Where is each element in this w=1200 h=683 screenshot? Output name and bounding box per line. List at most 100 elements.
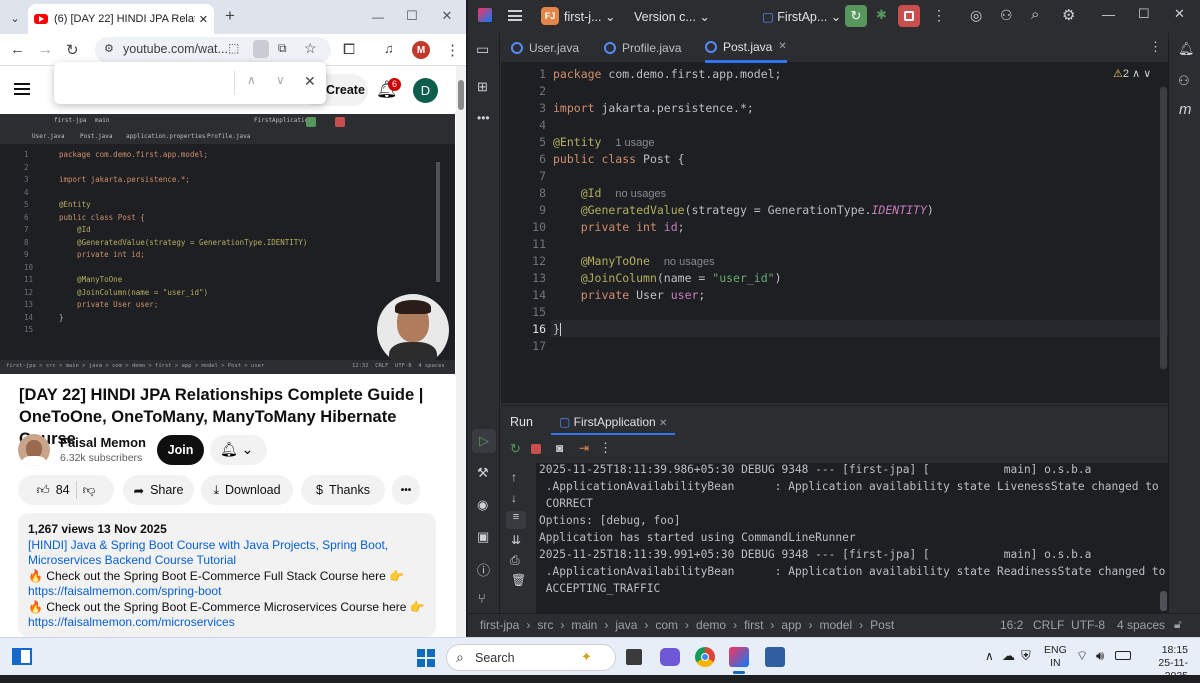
project-selector[interactable]: first-j... ⌄ [564, 9, 615, 24]
main-menu-icon[interactable] [508, 10, 522, 21]
tray-overflow-icon[interactable]: ∧ [985, 649, 994, 663]
minimize-button[interactable]: — [368, 8, 388, 26]
page-scrollbar[interactable] [456, 66, 466, 637]
more-actions-button[interactable]: ••• [392, 475, 420, 505]
download-button[interactable]: ⤓ Download [201, 475, 293, 505]
find-input[interactable] [62, 70, 232, 96]
readonly-lock-icon[interactable]: 🔓︎ [1174, 617, 1182, 632]
extensions-icon[interactable]: ⧠ [343, 41, 355, 58]
breadcrumb-item[interactable]: Post [870, 618, 894, 632]
search-everywhere-icon[interactable]: ⌕ [1031, 6, 1039, 23]
volume-icon[interactable]: 🔊︎ [1096, 648, 1104, 664]
widgets-icon[interactable] [12, 648, 32, 665]
site-settings-icon[interactable]: ⚙ [104, 42, 114, 55]
thanks-button[interactable]: $ Thanks [301, 475, 385, 505]
tab-close-icon[interactable]: ✕ [778, 41, 786, 52]
windows-start-icon[interactable] [417, 649, 435, 667]
line-separator[interactable]: CRLF [1033, 618, 1064, 632]
usage-hint[interactable]: no usages [664, 256, 715, 268]
stop-button[interactable] [898, 5, 920, 27]
more-tools-icon[interactable]: ••• [477, 111, 490, 125]
ide-maximize-button[interactable]: ☐ [1138, 6, 1150, 22]
browser-menu-icon[interactable]: ⋮ [445, 41, 460, 59]
screenshot-icon[interactable]: ◙ [556, 441, 563, 455]
breadcrumb-item[interactable]: main [571, 618, 597, 632]
scrollbar-thumb[interactable] [458, 80, 464, 110]
chevron-up-icon[interactable]: ∧ [1132, 68, 1140, 80]
video-player[interactable]: first-jpa main FirstApplication User.jav… [0, 114, 455, 374]
console-scrollbar[interactable] [1160, 591, 1167, 611]
problems-icon[interactable]: ⓘ [477, 560, 490, 579]
run-tab-first-application[interactable]: ▢ FirstApplication ✕ [551, 406, 676, 436]
dislike-button[interactable]: 👎︎ [83, 483, 96, 498]
rerun-icon[interactable]: ↻ [510, 441, 521, 457]
vcs-selector[interactable]: Version c... ⌄ [634, 9, 710, 24]
code-with-me-icon[interactable]: ⚇ [1000, 7, 1013, 24]
git-icon[interactable]: ⑂ [478, 591, 486, 606]
share-page-icon[interactable]: ⧉ [278, 41, 287, 56]
clock[interactable]: 18:15 25-11-2025 [1138, 644, 1188, 683]
ide-minimize-button[interactable]: — [1102, 7, 1115, 22]
language-indicator[interactable]: ENG IN [1044, 644, 1067, 670]
chevron-down-icon[interactable]: ∨ [1143, 68, 1151, 80]
reload-icon[interactable]: ↻ [66, 41, 79, 59]
breadcrumb-item[interactable]: com [655, 618, 678, 632]
settings-gear-icon[interactable]: ⚙ [1062, 6, 1075, 24]
playlist-link[interactable]: [HINDI] Java & Spring Boot Course with J… [28, 538, 388, 568]
taskbar-search[interactable]: ⌕ Search ✦ [446, 644, 616, 671]
security-icon[interactable]: ⛨ [1021, 648, 1031, 664]
structure-icon[interactable]: ⊞ [477, 79, 488, 95]
terminal-icon[interactable]: ▣ [477, 529, 489, 545]
print-icon[interactable]: ⎙ [510, 553, 520, 568]
browser-tab-youtube[interactable]: (6) [DAY 22] HINDI JPA Relation ✕ [28, 4, 214, 34]
channel-name[interactable]: Faisal Memon [60, 435, 146, 450]
channel-avatar[interactable] [18, 434, 50, 466]
tab-options-icon[interactable]: ⋮ [1149, 39, 1162, 55]
soft-wrap-icon[interactable]: ≡ [506, 511, 526, 529]
file-encoding[interactable]: UTF-8 [1071, 618, 1105, 632]
debug-bug-icon[interactable]: ✱ [876, 7, 887, 23]
ai-chat-icon[interactable]: ⚇ [1178, 73, 1190, 89]
hamburger-menu-icon[interactable] [14, 83, 30, 95]
like-button[interactable]: 👍︎ 84 [37, 483, 70, 498]
scroll-up-icon[interactable]: ↑ [511, 470, 517, 484]
exit-icon[interactable]: ⇥ [579, 441, 589, 455]
install-icon[interactable]: ⬚ [228, 41, 239, 55]
breadcrumb-item[interactable]: src [537, 618, 553, 632]
ide-close-button[interactable]: ✕ [1174, 6, 1185, 22]
scroll-to-end-icon[interactable]: ⇊ [511, 533, 521, 547]
reader-icon[interactable] [253, 40, 269, 58]
account-avatar[interactable]: D [413, 78, 438, 103]
profile-avatar[interactable]: M [412, 41, 430, 59]
new-tab-button[interactable]: + [220, 6, 240, 26]
join-button[interactable]: Join [157, 435, 204, 465]
breadcrumb-item[interactable]: java [615, 618, 637, 632]
wifi-icon[interactable]: ⌔ [1076, 648, 1088, 664]
tab-post-java[interactable]: Post.java ✕ [705, 33, 787, 63]
share-button[interactable]: ➦ Share [123, 475, 194, 505]
editor-scrollbar[interactable] [1160, 87, 1167, 369]
usage-hint[interactable]: 1 usage [615, 137, 654, 149]
indent-setting[interactable]: 4 spaces [1117, 618, 1165, 632]
notifications-icon[interactable]: 🔔︎ [1178, 41, 1195, 57]
clear-trash-icon[interactable]: 🗑︎ [511, 573, 526, 587]
breadcrumb-item[interactable]: demo [696, 618, 726, 632]
address-bar[interactable]: ⚙ youtube.com/wat... ⬚ ⧉ ☆ [95, 37, 331, 63]
build-hammer-icon[interactable]: ⚒ [477, 465, 489, 481]
microservices-link[interactable]: https://faisalmemon.com/microservices [28, 615, 235, 629]
back-arrow-icon[interactable]: ← [10, 41, 25, 58]
tab-user-java[interactable]: User.java [511, 33, 579, 63]
services-icon[interactable]: ◉ [477, 497, 488, 513]
run-tool-icon[interactable]: ▷ [472, 429, 496, 453]
subscribe-bell-button[interactable]: 🔔︎ ⌄ [210, 435, 267, 465]
breadcrumb-item[interactable]: app [781, 618, 801, 632]
task-view-icon[interactable] [626, 649, 642, 665]
run-tab-close-icon[interactable]: ✕ [659, 418, 667, 429]
scroll-down-icon[interactable]: ↓ [511, 491, 517, 505]
meet-app-icon[interactable] [660, 648, 680, 666]
more-actions-icon[interactable]: ⋮ [932, 7, 946, 24]
media-control-icon[interactable]: ♫ [384, 41, 394, 56]
run-more-icon[interactable]: ⋮ [599, 440, 612, 456]
breadcrumb-item[interactable]: model [819, 618, 852, 632]
close-window-button[interactable]: ✕ [437, 7, 457, 25]
